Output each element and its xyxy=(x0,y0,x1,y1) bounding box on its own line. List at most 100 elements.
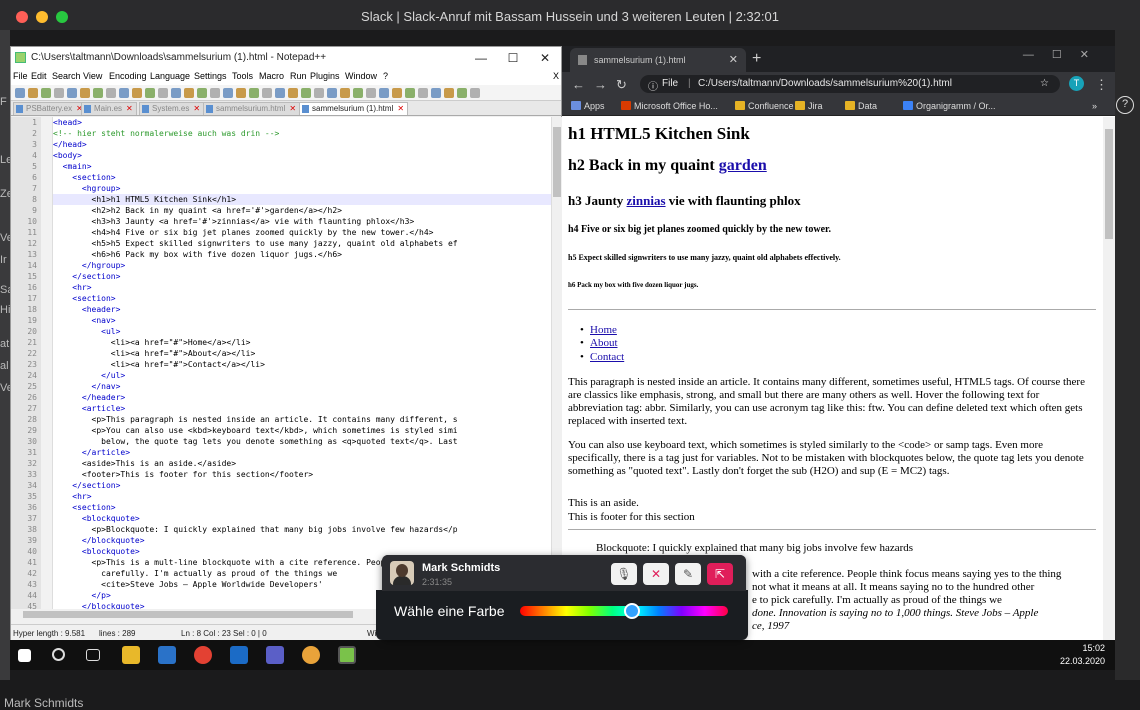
outlook-icon[interactable] xyxy=(230,646,248,664)
toolbar-button-icon[interactable] xyxy=(223,88,233,98)
menu-item[interactable]: Search xyxy=(52,71,81,81)
menu-item[interactable]: Run xyxy=(290,71,307,81)
color-slider[interactable] xyxy=(520,603,728,619)
slack-sidebar-label[interactable]: F xyxy=(0,96,7,108)
code-line[interactable]: <hgroup> xyxy=(53,183,551,194)
menu-item[interactable]: Plugins xyxy=(310,71,340,81)
slack-sidebar-label[interactable]: at xyxy=(0,338,9,350)
browser-tab[interactable]: sammelsurium (1).html ✕ xyxy=(570,48,746,72)
toolbar-button-icon[interactable] xyxy=(119,88,129,98)
toolbar-button-icon[interactable] xyxy=(171,88,181,98)
nav-link-contact[interactable]: Contact xyxy=(580,351,624,363)
menu-item[interactable]: ? xyxy=(383,71,388,81)
editor-tab[interactable]: PSBattery.ex ✕ xyxy=(13,102,87,115)
mic-icon[interactable]: 🎙 xyxy=(611,563,637,585)
code-editor[interactable]: 1 2 3 4 5 6 7 8 9 10 11 12 13 14 15 16 17 18 19 20 21 22 23 24 2… xyxy=(11,117,551,609)
menu-item[interactable]: Window xyxy=(345,71,377,81)
code-line[interactable]: <li><a href="#">Contact</a></li> xyxy=(53,359,551,370)
address-bar[interactable]: ⓘ File | C:/Users/taltmann/Downloads/sam… xyxy=(640,75,1060,93)
menu-item[interactable]: Encoding xyxy=(109,71,147,81)
slack-user-name[interactable]: Mark Schmidts xyxy=(4,696,83,710)
code-line[interactable]: </nav> xyxy=(53,381,551,392)
maximize-button[interactable]: ☐ xyxy=(497,47,529,69)
toolbar-button-icon[interactable] xyxy=(262,88,272,98)
code-line[interactable]: </ul> xyxy=(53,370,551,381)
nav-link-home[interactable]: Home xyxy=(580,324,617,336)
close-tab-icon[interactable]: ✕ xyxy=(729,53,738,66)
code-line[interactable]: </head> xyxy=(53,139,551,150)
toolbar-button-icon[interactable] xyxy=(106,88,116,98)
scroll-thumb[interactable] xyxy=(553,127,561,197)
search-icon[interactable] xyxy=(52,648,65,661)
code-line[interactable]: <p>This paragraph is nested inside an ar… xyxy=(53,414,551,425)
editor-tab[interactable]: sammelsurium (1).html ✕ xyxy=(299,102,409,115)
toolbar-button-icon[interactable] xyxy=(197,88,207,98)
code-line[interactable]: <blockquote> xyxy=(53,513,551,524)
slack-sidebar-label[interactable]: Ir xyxy=(0,254,7,266)
toolbar-button-icon[interactable] xyxy=(470,88,480,98)
toolbar-button-icon[interactable] xyxy=(314,88,324,98)
toolbar-button-icon[interactable] xyxy=(210,88,220,98)
slack-sidebar-label[interactable]: Hi xyxy=(0,304,10,316)
notepadpp-icon[interactable] xyxy=(338,646,356,664)
toolbar-button-icon[interactable] xyxy=(444,88,454,98)
more-bookmarks-icon[interactable]: » xyxy=(1092,101,1097,111)
bookmark-star-icon[interactable]: ☆ xyxy=(1040,78,1049,89)
chrome-menu-icon[interactable]: ⋮ xyxy=(1095,77,1108,93)
draw-icon[interactable]: ✎ xyxy=(675,563,701,585)
code-line[interactable]: <section> xyxy=(53,293,551,304)
editor-tab[interactable]: sammelsurium.html ✕ xyxy=(203,102,301,115)
toolbar-button-icon[interactable] xyxy=(379,88,389,98)
toolbar-button-icon[interactable] xyxy=(366,88,376,98)
toolbar-button-icon[interactable] xyxy=(418,88,428,98)
code-line[interactable]: <body> xyxy=(53,150,551,161)
code-line[interactable]: <h2>h2 Back in my quaint <a href='#'>gar… xyxy=(53,205,551,216)
code-line[interactable]: <footer>This is footer for this section<… xyxy=(53,469,551,480)
close-document-icon[interactable]: X xyxy=(553,71,559,81)
toolbar-button-icon[interactable] xyxy=(405,88,415,98)
toolbar-button-icon[interactable] xyxy=(41,88,51,98)
windows-start-icon[interactable] xyxy=(18,649,31,662)
screen-share-icon[interactable]: ⇱ xyxy=(707,563,733,585)
code-line[interactable]: <h3>h3 Jaunty <a href='#'>zinnias</a> vi… xyxy=(53,216,551,227)
code-line[interactable]: <p>You can also use <kbd>keyboard text</… xyxy=(53,425,551,436)
code-line[interactable]: </header> xyxy=(53,392,551,403)
code-line[interactable]: <!-- hier steht normalerweise auch was d… xyxy=(53,128,551,139)
code-line[interactable]: <article> xyxy=(53,403,551,414)
editor-tab[interactable]: Main.es ✕ xyxy=(81,102,137,115)
toolbar-button-icon[interactable] xyxy=(132,88,142,98)
toolbar-button-icon[interactable] xyxy=(28,88,38,98)
nav-link-about[interactable]: About xyxy=(580,337,617,349)
code-line[interactable]: </section> xyxy=(53,480,551,491)
data-bookmark[interactable]: Data xyxy=(858,101,877,111)
menu-item[interactable]: Settings xyxy=(194,71,227,81)
mail-icon[interactable] xyxy=(158,646,176,664)
editor-vertical-scrollbar[interactable] xyxy=(551,117,562,609)
code-line[interactable]: <section> xyxy=(53,172,551,183)
close-tab-icon[interactable]: ✕ xyxy=(397,104,404,113)
slack-sidebar-label[interactable]: al xyxy=(0,360,9,372)
code-line[interactable]: <main> xyxy=(53,161,551,172)
close-tab-icon[interactable]: ✕ xyxy=(126,104,133,113)
scroll-thumb[interactable] xyxy=(1105,129,1113,239)
page-scrollbar[interactable] xyxy=(1103,117,1115,640)
back-icon[interactable]: ← xyxy=(572,77,585,92)
apps-bookmark[interactable]: Apps xyxy=(584,101,605,111)
toolbar-button-icon[interactable] xyxy=(80,88,90,98)
scroll-thumb[interactable] xyxy=(23,611,353,618)
menu-item[interactable]: Macro xyxy=(259,71,284,81)
toolbar-button-icon[interactable] xyxy=(340,88,350,98)
toolbar-button-icon[interactable] xyxy=(431,88,441,98)
code-line[interactable]: <hr> xyxy=(53,282,551,293)
organigramm-bookmark[interactable]: Organigramm / Or... xyxy=(916,101,996,111)
toolbar-button-icon[interactable] xyxy=(275,88,285,98)
code-line[interactable]: <h5>h5 Expect skilled signwriters to use… xyxy=(53,238,551,249)
video-off-icon[interactable]: ✕ xyxy=(643,563,669,585)
toolbar-button-icon[interactable] xyxy=(67,88,77,98)
toolbar-button-icon[interactable] xyxy=(145,88,155,98)
code-line[interactable]: below, the quote tag lets you denote som… xyxy=(53,436,551,447)
code-line[interactable]: <h6>h6 Pack my box with five dozen liquo… xyxy=(53,249,551,260)
toolbar-button-icon[interactable] xyxy=(54,88,64,98)
code-line[interactable]: <h4>h4 Five or six big jet planes zoomed… xyxy=(53,227,551,238)
chrome-window-controls[interactable]: —☐✕ xyxy=(1023,48,1107,61)
